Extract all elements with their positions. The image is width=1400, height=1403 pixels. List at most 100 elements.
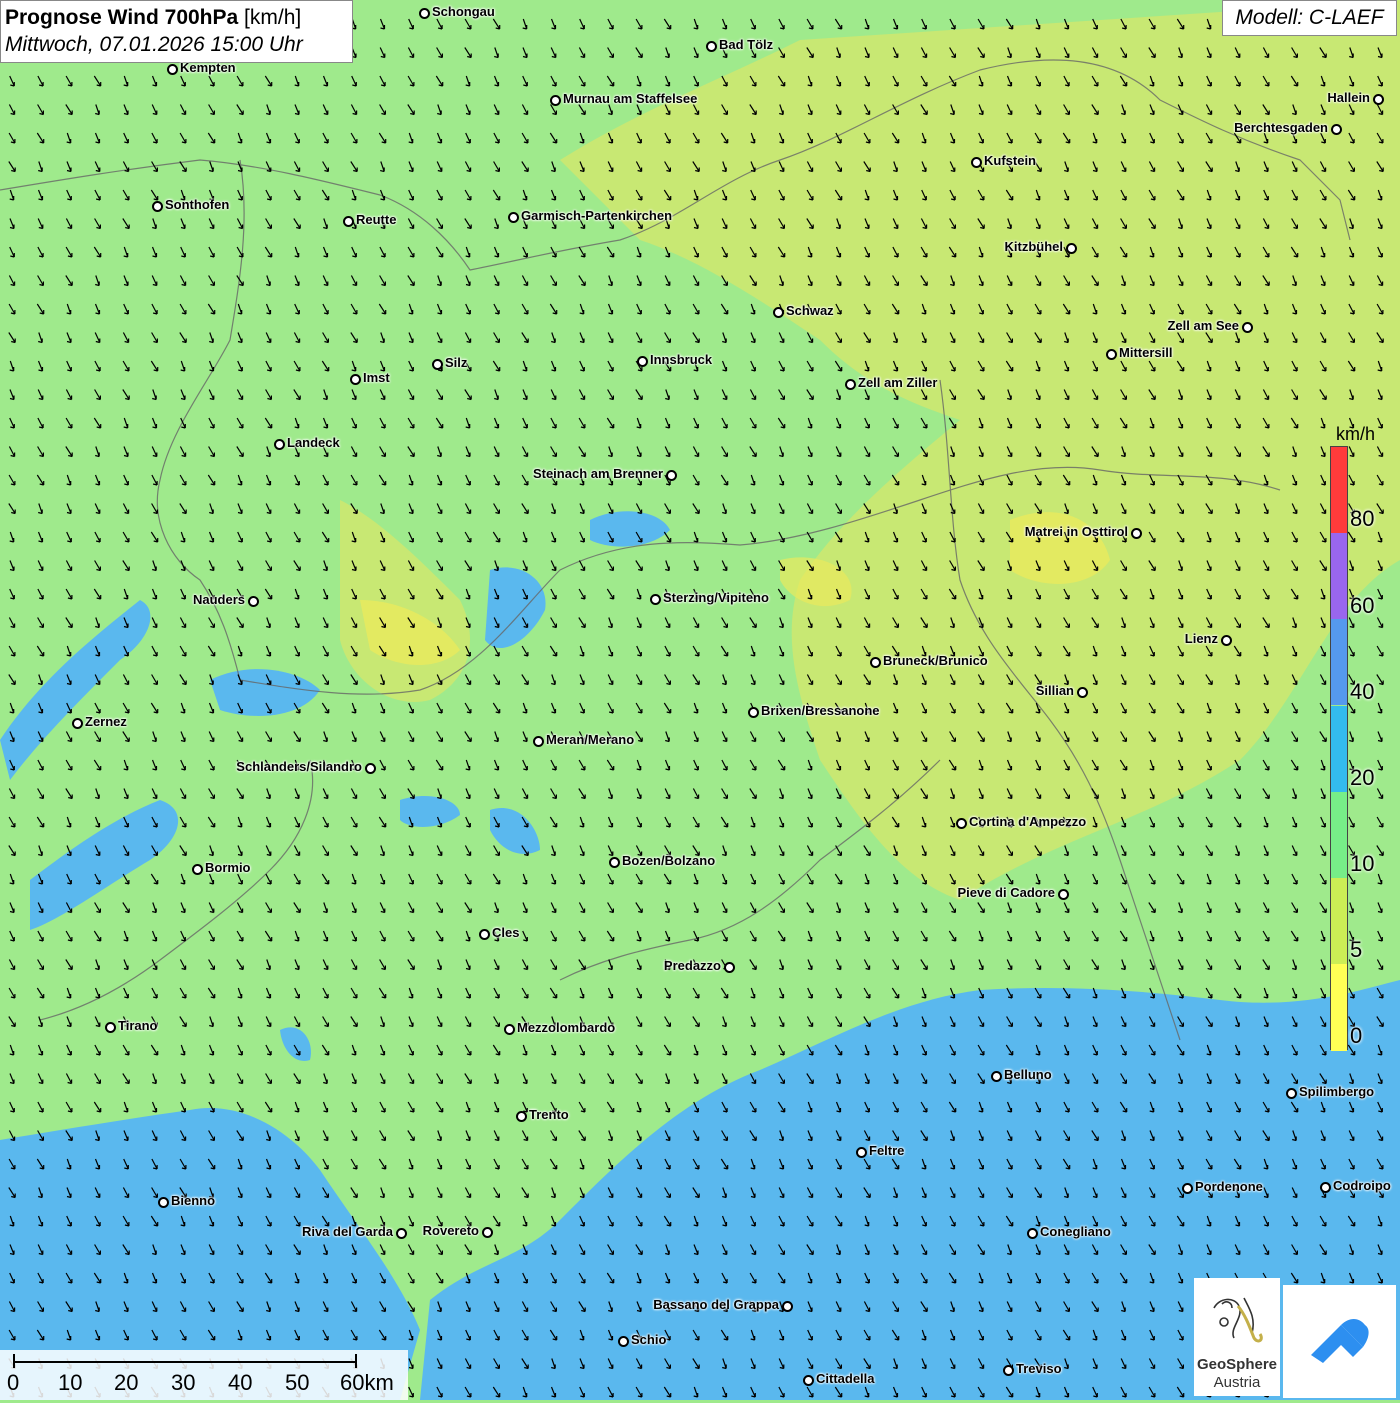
city-label: Innsbruck: [650, 352, 713, 367]
city-marker: [1066, 243, 1077, 254]
city-label: Schwaz: [786, 303, 834, 318]
geosphere-logo-icon: [1213, 1297, 1263, 1343]
city-label: Silz: [445, 355, 468, 370]
city-label: Codroipo: [1333, 1178, 1391, 1193]
city-marker: [650, 594, 661, 605]
city-label: Trento: [529, 1107, 569, 1122]
city-label: Bozen/Bolzano: [622, 853, 716, 868]
city-label: Kitzbühel: [1004, 239, 1064, 254]
city-marker: [248, 596, 259, 607]
city-marker: [158, 1197, 169, 1208]
city-label: Mittersill: [1119, 345, 1173, 360]
legend-color-bar: [1330, 446, 1348, 1051]
city-label: Pieve di Cadore: [957, 885, 1055, 900]
city-marker: [666, 470, 677, 481]
city-label: Conegliano: [1040, 1224, 1111, 1239]
scale-label: 30: [171, 1370, 196, 1395]
city-marker: [1242, 322, 1253, 333]
city-marker: [550, 95, 561, 106]
city-marker: [419, 8, 430, 19]
city-label: Schongau: [432, 4, 495, 19]
city-marker: [1182, 1183, 1193, 1194]
city-label: Cittadella: [816, 1371, 875, 1386]
city-marker: [845, 379, 856, 390]
city-marker: [105, 1022, 116, 1033]
city-label: Cles: [492, 925, 520, 940]
city-marker: [1058, 889, 1069, 900]
city-label: Kempten: [180, 60, 236, 75]
city-marker: [782, 1301, 793, 1312]
city-marker: [274, 439, 285, 450]
city-marker: [1131, 528, 1142, 539]
scale-label: 20: [114, 1370, 139, 1395]
city-marker: [1331, 124, 1342, 135]
city-label: Berchtesgaden: [1234, 120, 1328, 135]
city-marker: [1003, 1365, 1014, 1376]
logo-subname: Austria: [1213, 1374, 1261, 1391]
geosphere-logo[interactable]: GeoSphere Austria: [1194, 1278, 1280, 1396]
city-label: Treviso: [1016, 1361, 1062, 1376]
city-label: Sonthofen: [165, 197, 230, 212]
city-marker: [504, 1024, 515, 1035]
city-marker: [1373, 94, 1384, 105]
city-marker: [72, 718, 83, 729]
city-label: Predazzo: [663, 958, 721, 973]
city-label: Tirano: [118, 1018, 158, 1033]
legend-label: 80: [1350, 506, 1375, 531]
city-marker: [365, 763, 376, 774]
scale-label: 40: [228, 1370, 253, 1395]
city-label: Lienz: [1184, 631, 1218, 646]
city-marker: [432, 359, 443, 370]
legend-label: 0: [1350, 1023, 1363, 1048]
map-title: Prognose Wind 700hPa [km/h]: [5, 5, 348, 31]
city-label: Feltre: [869, 1143, 905, 1158]
city-marker: [343, 216, 354, 227]
city-label: Imst: [363, 370, 390, 385]
city-marker: [637, 356, 648, 367]
city-marker: [482, 1227, 493, 1238]
legend-label: 5: [1350, 937, 1363, 962]
scale-label: 0: [7, 1370, 20, 1395]
legend-segment: [1331, 533, 1347, 619]
map-title-unit: [km/h]: [244, 6, 302, 29]
city-marker: [706, 41, 717, 52]
city-label: Pordenone: [1195, 1179, 1263, 1194]
city-label: Hallein: [1327, 90, 1370, 105]
city-label: Sterzing/Vipiteno: [663, 590, 769, 605]
city-marker: [1106, 349, 1117, 360]
city-marker: [609, 857, 620, 868]
city-label: Spilimbergo: [1299, 1084, 1375, 1099]
legend-segment: [1331, 964, 1347, 1051]
city-marker: [773, 307, 784, 318]
city-marker: [152, 201, 163, 212]
legend-segment: [1331, 706, 1347, 792]
city-marker: [1286, 1088, 1297, 1099]
city-label: Garmisch-Partenkirchen: [521, 208, 673, 223]
legend-label: 20: [1350, 765, 1375, 790]
legend-segment: [1331, 447, 1347, 533]
legend-segment: [1331, 619, 1347, 705]
city-label: Mezzolombardo: [517, 1020, 616, 1035]
city-label: Zernez: [85, 714, 127, 729]
city-marker: [956, 818, 967, 829]
city-marker: [856, 1147, 867, 1158]
city-label: Steinach am Brenner: [532, 466, 663, 481]
city-label: Bassano del Grappa: [653, 1297, 779, 1312]
legend-label: 10: [1350, 851, 1375, 876]
city-label: Cortina d'Ampezzo: [969, 814, 1087, 829]
app-logo-icon: [1311, 1319, 1369, 1363]
legend-unit: km/h: [1336, 424, 1376, 444]
city-label: Schlanders/Silandro: [236, 759, 362, 774]
city-marker: [167, 64, 178, 75]
city-marker: [479, 929, 490, 940]
title-box: Prognose Wind 700hPa [km/h] Mittwoch, 07…: [0, 0, 353, 63]
city-label: Murnau am Staffelsee: [563, 91, 698, 106]
city-label: Sillian: [1035, 683, 1074, 698]
city-label: Bienno: [171, 1193, 216, 1208]
city-label: Nauders: [192, 592, 245, 607]
legend-segment: [1331, 878, 1347, 964]
model-label: Modell: C-LAEF: [1222, 0, 1397, 36]
city-marker: [991, 1071, 1002, 1082]
app-logo[interactable]: [1283, 1285, 1396, 1398]
city-marker: [870, 657, 881, 668]
